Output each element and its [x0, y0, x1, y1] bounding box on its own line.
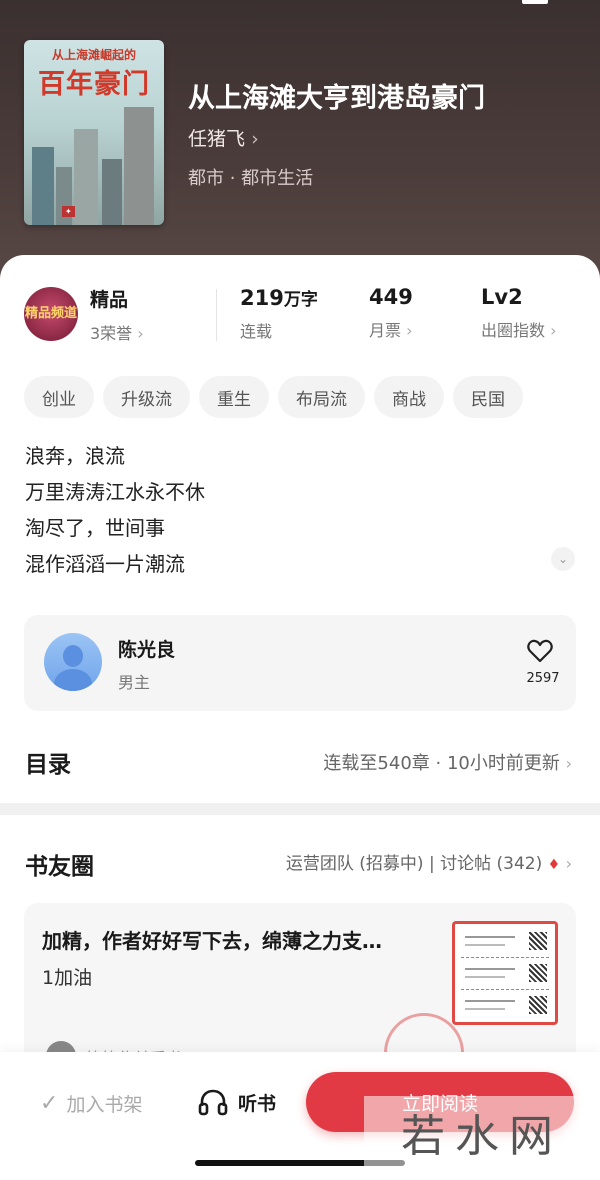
- book-detail-card: 精品频道 精品 3荣誉 › 219万字 连载 449 月票 › Lv2 出圈指数…: [0, 255, 600, 1180]
- tag-chip[interactable]: 创业: [24, 376, 94, 418]
- listen-button[interactable]: 听书: [198, 1088, 276, 1116]
- add-to-shelf-button[interactable]: ✓ 加入书架: [40, 1090, 142, 1117]
- post-title: 加精，作者好好写下去，绵薄之力支…: [42, 929, 382, 953]
- circle-info: 运营团队 (招募中) | 讨论帖 (342): [285, 854, 543, 874]
- qr-icon: [529, 932, 547, 950]
- cover-building: [124, 107, 154, 225]
- reader-circle-title: 书友圈: [25, 854, 94, 880]
- cover-title: 百年豪门: [38, 69, 150, 100]
- toc-link[interactable]: 连载至540章 · 10小时前更新 ›: [323, 749, 572, 775]
- quality-label: 精品: [90, 289, 129, 311]
- popularity-level: Lv2: [481, 285, 523, 309]
- tag-chip[interactable]: 布局流: [278, 376, 365, 418]
- featured-post[interactable]: 加精，作者好好写下去，绵薄之力支… 1加油 筷筷伪关采书: [24, 903, 576, 1073]
- book-title: 从上海滩大亨到港岛豪门: [188, 83, 485, 114]
- avatar-head: [63, 645, 83, 667]
- status-indicator: [522, 0, 548, 4]
- chevron-right-icon: ›: [137, 324, 144, 343]
- heart-icon[interactable]: [527, 639, 553, 663]
- toc-status: 连载至540章 · 10小时前更新: [323, 753, 560, 774]
- qr-icon: [529, 964, 547, 982]
- chevron-right-icon: ›: [565, 854, 572, 873]
- description-line: 混作滔滔一片潮流: [25, 552, 185, 576]
- word-count: 219: [240, 286, 284, 310]
- cover-subtitle: 从上海滩崛起的: [51, 48, 136, 62]
- tag-chip[interactable]: 升级流: [103, 376, 190, 418]
- book-description[interactable]: 浪奔，浪流 万里涛涛江水永不休 淘尽了，世间事 混作滔滔一片潮流: [25, 438, 205, 582]
- post-excerpt: 1加油: [42, 967, 93, 989]
- fire-icon: ♦: [547, 857, 561, 873]
- toc-title: 目录: [25, 752, 71, 778]
- section-divider: [0, 803, 600, 815]
- ticket-row: [461, 928, 549, 958]
- ticket-count: 449: [369, 285, 413, 309]
- monthly-tickets-stat[interactable]: 449 月票 ›: [369, 285, 413, 341]
- description-line: 淘尽了，世间事: [25, 516, 165, 540]
- chevron-right-icon: ›: [251, 128, 259, 150]
- cover-publisher-mark: ✦: [62, 206, 75, 217]
- expand-chevron-down-icon[interactable]: ⌄: [551, 547, 575, 571]
- check-icon: ✓: [40, 1091, 59, 1116]
- ticket-row: [461, 960, 549, 990]
- popularity-stat[interactable]: Lv2 出圈指数 ›: [481, 285, 557, 341]
- word-unit: 万字: [283, 290, 318, 310]
- popularity-label: 出圈指数: [481, 321, 546, 340]
- ticket-row: [461, 992, 549, 1022]
- tag-chip[interactable]: 商战: [374, 376, 444, 418]
- ticket-label: 月票: [369, 321, 402, 340]
- cover-building: [102, 159, 122, 225]
- post-thumbnail: [452, 921, 558, 1025]
- tag-list: 创业 升级流 重生 布局流 商战 民国: [24, 376, 523, 418]
- character-role: 男主: [118, 673, 151, 692]
- chevron-right-icon: ›: [565, 754, 572, 773]
- stats-divider: [216, 289, 217, 341]
- stats-row: 精品频道 精品 3荣誉 › 219万字 连载 449 月票 › Lv2 出圈指数…: [24, 283, 576, 349]
- avatar: [44, 633, 102, 691]
- avatar-body: [54, 669, 92, 691]
- like-count: 2597: [526, 671, 560, 686]
- listen-label: 听书: [238, 1092, 277, 1115]
- description-line: 万里涛涛江水永不休: [25, 480, 205, 504]
- tag-chip[interactable]: 民国: [453, 376, 523, 418]
- add-to-shelf-label: 加入书架: [66, 1094, 143, 1116]
- character-card[interactable]: 陈光良 男主 2597: [24, 615, 576, 711]
- site-watermark: 若水网: [364, 1096, 600, 1168]
- reader-circle-link[interactable]: 运营团队 (招募中) | 讨论帖 (342) ♦ ›: [286, 849, 572, 874]
- book-cover[interactable]: 从上海滩崛起的 百年豪门 ✦: [24, 40, 164, 225]
- honors-count: 3荣誉: [90, 324, 133, 343]
- words-stat: 219万字 连载: [240, 285, 318, 342]
- author-link[interactable]: 任猪飞 ›: [188, 124, 259, 151]
- honors-stat[interactable]: 精品 3荣誉 ›: [90, 285, 144, 344]
- serial-status: 连载: [240, 322, 273, 341]
- chevron-right-icon: ›: [550, 321, 557, 340]
- tag-chip[interactable]: 重生: [199, 376, 269, 418]
- qr-icon: [529, 996, 547, 1014]
- book-genre: 都市 · 都市生活: [188, 168, 314, 189]
- description-line: 浪奔，浪流: [25, 444, 125, 468]
- chevron-right-icon: ›: [406, 321, 413, 340]
- quality-badge-icon: 精品频道: [24, 287, 78, 341]
- cover-building: [32, 147, 54, 225]
- character-name: 陈光良: [118, 639, 176, 661]
- headphones-icon: [198, 1089, 228, 1116]
- cover-building: [74, 129, 98, 225]
- author-name: 任猪飞: [188, 128, 246, 150]
